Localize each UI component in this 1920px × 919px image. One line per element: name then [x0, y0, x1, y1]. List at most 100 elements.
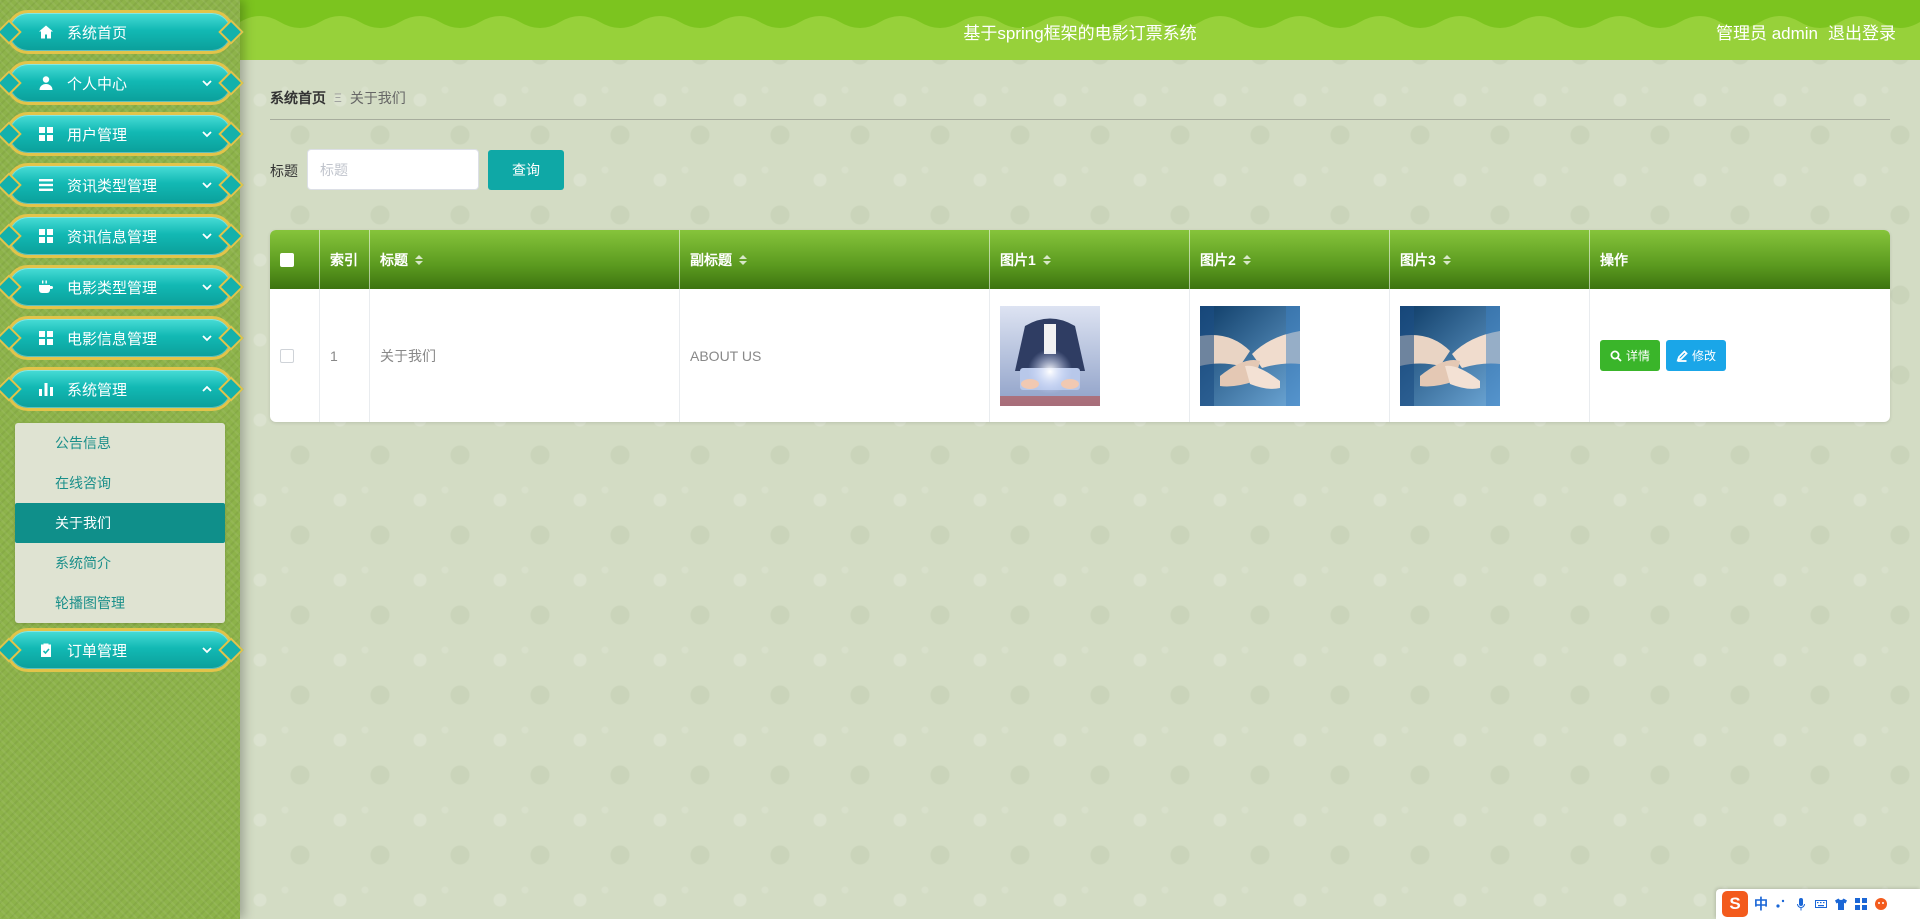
sidebar-item-news-type[interactable]: 资讯类型管理 — [6, 163, 234, 207]
sidebar-item-personal-center[interactable]: 个人中心 — [6, 61, 234, 105]
breadcrumb-current: 关于我们 — [349, 90, 406, 106]
home-icon — [37, 23, 55, 41]
search-button[interactable]: 查询 — [488, 150, 564, 190]
sidebar: 系统首页 个人中心 用户管理 资讯类型管理 资讯信息管理 电影类型管理 电影信息… — [0, 0, 240, 919]
column-header-index: 索引 — [320, 230, 370, 289]
submenu-item-system-intro[interactable]: 系统简介 — [15, 543, 225, 583]
sort-icon[interactable] — [1042, 254, 1051, 265]
ime-toolbar: S 中 — [1716, 889, 1920, 919]
sidebar-item-order-management[interactable]: 订单管理 — [6, 628, 234, 672]
header-checkbox-cell — [270, 230, 320, 289]
search-title-input[interactable] — [307, 149, 479, 190]
sidebar-item-label: 系统首页 — [67, 24, 128, 42]
user-icon — [37, 74, 55, 92]
column-header-image2[interactable]: 图片2 — [1190, 230, 1390, 289]
column-header-label: 图片1 — [1000, 251, 1036, 268]
cell-title: 关于我们 — [370, 289, 680, 422]
apps-grid-icon[interactable] — [1854, 897, 1868, 911]
top-header: 基于spring框架的电影订票系统 管理员 admin 退出登录 — [240, 0, 1920, 60]
submenu-item-about-us[interactable]: 关于我们 — [15, 503, 225, 543]
sidebar-item-movie-type[interactable]: 电影类型管理 — [6, 265, 234, 309]
ime-mode-toggle[interactable]: 中 — [1754, 894, 1768, 914]
row-checkbox[interactable] — [280, 348, 294, 363]
chevron-down-icon — [201, 332, 213, 344]
keyboard-icon[interactable] — [1814, 897, 1828, 911]
sidebar-item-label: 资讯类型管理 — [67, 177, 158, 195]
breadcrumb-separator: Ξ — [334, 91, 342, 105]
mascot-icon[interactable] — [1874, 897, 1888, 911]
select-all-checkbox[interactable] — [280, 252, 294, 267]
sidebar-item-label: 个人中心 — [67, 75, 128, 93]
column-header-image1[interactable]: 图片1 — [990, 230, 1190, 289]
column-header-label: 操作 — [1600, 251, 1628, 268]
cell-subtitle: ABOUT US — [680, 289, 990, 422]
sidebar-item-system-management[interactable]: 系统管理 — [6, 367, 234, 411]
team-hands-image[interactable] — [1400, 305, 1500, 406]
grid-icon — [37, 125, 55, 143]
detail-button[interactable]: 详情 — [1600, 340, 1661, 371]
sidebar-item-news-info[interactable]: 资讯信息管理 — [6, 214, 234, 258]
column-header-actions: 操作 — [1590, 230, 1890, 289]
cell-image1 — [990, 289, 1190, 422]
search-title-label: 标题 — [270, 163, 298, 179]
submenu-item-online-consult[interactable]: 在线咨询 — [15, 463, 225, 503]
app-title: 基于spring框架的电影订票系统 — [963, 24, 1197, 43]
team-hands-image[interactable] — [1200, 305, 1300, 406]
column-header-label: 图片3 — [1400, 251, 1436, 268]
cell-index: 1 — [320, 289, 370, 422]
sidebar-item-label: 用户管理 — [67, 126, 128, 144]
chevron-down-icon — [201, 644, 213, 656]
current-user: 管理员 admin — [1715, 24, 1818, 43]
submenu-item-carousel[interactable]: 轮播图管理 — [15, 583, 225, 623]
bar-chart-icon — [37, 380, 55, 398]
skin-shirt-icon[interactable] — [1834, 897, 1848, 911]
chevron-up-icon — [201, 383, 213, 395]
chevron-down-icon — [201, 179, 213, 191]
sogou-ime-logo[interactable]: S — [1722, 891, 1748, 917]
grid-icon — [37, 227, 55, 245]
column-header-subtitle[interactable]: 副标题 — [680, 230, 990, 289]
sidebar-item-user-management[interactable]: 用户管理 — [6, 112, 234, 156]
edit-button-label: 修改 — [1692, 349, 1717, 363]
chevron-down-icon — [201, 230, 213, 242]
breadcrumb-home[interactable]: 系统首页 — [270, 88, 326, 108]
punctuation-icon[interactable] — [1774, 897, 1788, 911]
sort-icon[interactable] — [415, 254, 423, 265]
chevron-down-icon — [201, 281, 213, 293]
table-row: 1 关于我们 ABOUT US 详情 修改 — [270, 289, 1890, 422]
column-header-label: 副标题 — [690, 251, 732, 268]
column-header-label: 标题 — [380, 251, 408, 268]
business-tablet-image[interactable] — [1000, 305, 1100, 406]
edit-icon — [1676, 349, 1688, 362]
column-header-title[interactable]: 标题 — [370, 230, 680, 289]
system-management-submenu: 公告信息 在线咨询 关于我们 系统简介 轮播图管理 — [15, 423, 225, 623]
clipboard-icon — [37, 641, 55, 659]
detail-button-label: 详情 — [1626, 349, 1651, 363]
sort-icon[interactable] — [1442, 254, 1451, 265]
sort-icon[interactable] — [739, 254, 747, 265]
column-header-image3[interactable]: 图片3 — [1390, 230, 1590, 289]
logout-link[interactable]: 退出登录 — [1828, 19, 1896, 44]
row-checkbox-cell — [270, 289, 320, 422]
sidebar-item-home[interactable]: 系统首页 — [6, 10, 234, 54]
sidebar-item-movie-info[interactable]: 电影信息管理 — [6, 316, 234, 360]
search-icon — [1610, 350, 1622, 362]
header-user-area: 管理员 admin 退出登录 — [1716, 19, 1896, 44]
edit-button[interactable]: 修改 — [1666, 340, 1727, 371]
breadcrumb-divider — [270, 119, 1890, 120]
chevron-down-icon — [201, 128, 213, 140]
sidebar-item-label: 订单管理 — [67, 642, 128, 660]
sidebar-item-label: 资讯信息管理 — [67, 228, 158, 246]
sidebar-item-label: 系统管理 — [67, 381, 128, 399]
sidebar-item-label: 电影类型管理 — [67, 279, 158, 297]
chevron-down-icon — [201, 77, 213, 89]
submenu-item-announcement[interactable]: 公告信息 — [15, 423, 225, 463]
table-header: 索引 标题 副标题 图片1 图片2 图片3 操作 — [270, 230, 1890, 289]
column-header-label: 索引 — [330, 251, 358, 268]
microphone-icon[interactable] — [1794, 897, 1808, 911]
cell-image2 — [1190, 289, 1390, 422]
column-header-label: 图片2 — [1200, 251, 1236, 268]
sort-icon[interactable] — [1242, 254, 1251, 265]
cell-actions: 详情 修改 — [1590, 289, 1890, 422]
coffee-icon — [37, 278, 55, 296]
